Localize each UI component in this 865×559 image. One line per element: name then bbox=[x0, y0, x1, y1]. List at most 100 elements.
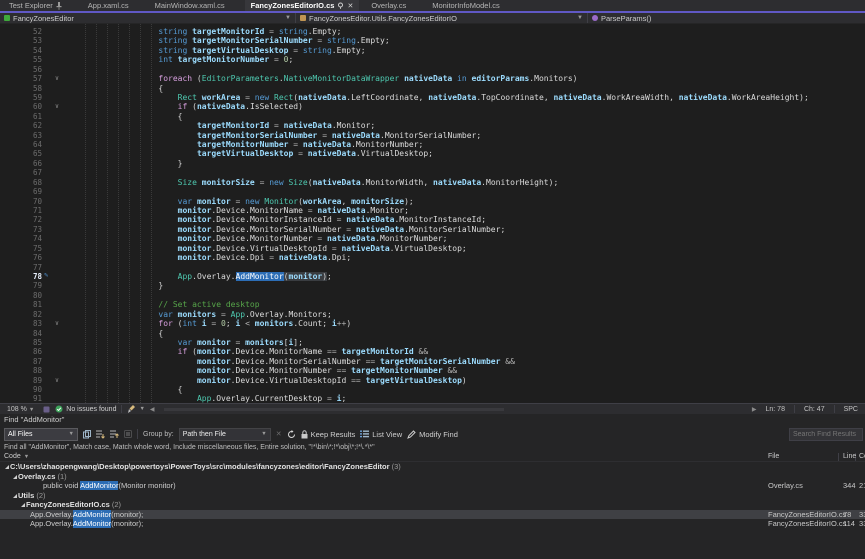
code-line[interactable]: 89∨monitor.Device.VirtualDesktopId == ta… bbox=[0, 376, 865, 385]
close-tab-icon[interactable]: ✕ bbox=[347, 2, 353, 10]
code-line[interactable]: 69 bbox=[0, 187, 865, 196]
list-view-button[interactable]: List View bbox=[360, 430, 402, 439]
find-results-tree: C:\Users\zhaopengwang\Desktop\powertoys\… bbox=[0, 462, 865, 529]
code-line[interactable]: 52string targetMonitorId = string.Empty; bbox=[0, 27, 865, 36]
tab-mainwindow-xaml-cs[interactable]: MainWindow.xaml.cs bbox=[149, 0, 231, 11]
fold-chevron-icon[interactable]: ∨ bbox=[55, 319, 59, 328]
code-text: monitor.Device.MonitorSerialNumber == ta… bbox=[62, 357, 515, 366]
tab-app-xaml-cs[interactable]: App.xaml.cs bbox=[82, 0, 135, 11]
type-dropdown[interactable]: FancyZonesEditor.Utils.FancyZonesEditorI… bbox=[296, 13, 588, 23]
keep-results-button[interactable]: Keep Results bbox=[301, 430, 356, 439]
code-line[interactable]: 55int targetMonitorNumber = 0; bbox=[0, 55, 865, 64]
code-line[interactable]: 68Size monitorSize = new Size(nativeData… bbox=[0, 178, 865, 187]
code-line[interactable]: 84{ bbox=[0, 329, 865, 338]
preserve-case-button[interactable] bbox=[124, 430, 132, 438]
member-dropdown[interactable]: ParseParams() bbox=[588, 13, 865, 23]
code-line[interactable]: 56 bbox=[0, 65, 865, 74]
line-number: 84 bbox=[0, 329, 42, 338]
col-column-header[interactable]: Col bbox=[859, 453, 865, 460]
code-column-dropdown[interactable]: Code ▼ bbox=[4, 453, 29, 460]
code-line[interactable]: 79} bbox=[0, 281, 865, 290]
collapse-all-button[interactable] bbox=[110, 430, 119, 439]
line-number: 79 bbox=[0, 281, 42, 290]
code-line[interactable]: 80 bbox=[0, 291, 865, 300]
space-mode-indicator[interactable]: SPC bbox=[840, 406, 862, 413]
code-line[interactable]: 86if (monitor.Device.MonitorName == targ… bbox=[0, 347, 865, 356]
search-find-results-input[interactable] bbox=[789, 428, 863, 441]
no-issues-indicator[interactable]: No issues found bbox=[55, 405, 116, 413]
file-column-header[interactable]: File bbox=[768, 453, 779, 460]
code-line[interactable]: 76monitor.Device.Dpi = nativeData.Dpi; bbox=[0, 253, 865, 262]
tab-fancyzoneseditorio-cs[interactable]: FancyZonesEditorIO.cs ✕ bbox=[245, 0, 360, 11]
pin-icon[interactable] bbox=[56, 2, 62, 10]
copy-results-button[interactable] bbox=[83, 430, 91, 439]
result-row[interactable]: App.Overlay.AddMonitor(monitor);FancyZon… bbox=[0, 510, 865, 520]
fold-chevron-icon[interactable]: ∨ bbox=[55, 102, 59, 111]
fold-chevron-icon[interactable]: ∨ bbox=[55, 74, 59, 83]
code-line[interactable]: 78✎App.Overlay.AddMonitor(monitor); bbox=[0, 272, 865, 281]
code-line[interactable]: 88monitor.Device.MonitorNumber == target… bbox=[0, 366, 865, 375]
expand-all-button[interactable] bbox=[96, 430, 105, 439]
group-by-dropdown[interactable]: Path then File ▼ bbox=[179, 428, 271, 441]
result-group-row[interactable]: FancyZonesEditorIO.cs (2) bbox=[0, 500, 865, 510]
document-tab-bar: Test Explorer App.xaml.cs MainWindow.xam… bbox=[0, 0, 865, 11]
char-indicator[interactable]: Ch: 47 bbox=[800, 406, 829, 413]
tree-expander-icon[interactable] bbox=[21, 503, 25, 507]
code-line[interactable]: 54string targetVirtualDesktop = string.E… bbox=[0, 46, 865, 55]
tree-expander-icon[interactable] bbox=[5, 465, 9, 469]
code-line[interactable]: 67 bbox=[0, 168, 865, 177]
result-group-row[interactable]: Utils (2) bbox=[0, 491, 865, 501]
line-column-header[interactable]: Line bbox=[843, 453, 856, 460]
line-number: 69 bbox=[0, 187, 42, 196]
result-row[interactable]: public void AddMonitor(Monitor monitor)O… bbox=[0, 481, 865, 491]
scroll-right-arrow[interactable]: ▶ bbox=[752, 406, 757, 413]
code-line[interactable]: 90{ bbox=[0, 385, 865, 394]
code-line[interactable]: 53string targetMonitorSerialNumber = str… bbox=[0, 36, 865, 45]
code-text: string targetMonitorSerialNumber = strin… bbox=[62, 36, 390, 45]
code-line[interactable]: 91App.Overlay.CurrentDesktop = i; bbox=[0, 394, 865, 403]
pin-tab-icon[interactable] bbox=[337, 2, 344, 9]
code-line[interactable]: 62targetMonitorId = nativeData.Monitor; bbox=[0, 121, 865, 130]
scope-dropdown[interactable]: All Files ▼ bbox=[4, 428, 78, 441]
code-line[interactable]: 81// Set active desktop bbox=[0, 300, 865, 309]
horizontal-scrollbar[interactable] bbox=[160, 406, 747, 413]
code-line[interactable]: 85var monitor = monitors[i]; bbox=[0, 338, 865, 347]
document-health-icon[interactable] bbox=[43, 406, 50, 413]
result-group-row[interactable]: Overlay.cs (1) bbox=[0, 472, 865, 482]
result-row[interactable]: App.Overlay.AddMonitor(monitor);FancyZon… bbox=[0, 519, 865, 529]
tab-test-explorer[interactable]: Test Explorer bbox=[3, 0, 68, 11]
code-line[interactable]: 87monitor.Device.MonitorSerialNumber == … bbox=[0, 357, 865, 366]
code-line[interactable]: 58{ bbox=[0, 84, 865, 93]
code-line[interactable]: 73monitor.Device.MonitorSerialNumber = n… bbox=[0, 225, 865, 234]
zoom-level-dropdown[interactable]: 108 % ▼ bbox=[3, 406, 38, 413]
code-line[interactable]: 77 bbox=[0, 263, 865, 272]
tab-overlay-cs[interactable]: Overlay.cs bbox=[365, 0, 412, 11]
tree-expander-icon[interactable] bbox=[13, 494, 17, 498]
result-group-row[interactable]: C:\Users\zhaopengwang\Desktop\powertoys\… bbox=[0, 462, 865, 472]
modify-find-button[interactable]: Modify Find bbox=[407, 430, 458, 439]
scroll-left-arrow[interactable]: ◀ bbox=[150, 406, 155, 413]
code-line[interactable]: 66} bbox=[0, 159, 865, 168]
code-line[interactable]: 72monitor.Device.MonitorInstanceId = nat… bbox=[0, 215, 865, 224]
code-line[interactable]: 82var monitors = App.Overlay.Monitors; bbox=[0, 310, 865, 319]
tree-expander-icon[interactable] bbox=[13, 475, 17, 479]
code-line[interactable]: 83∨for (int i = 0; i < monitors.Count; i… bbox=[0, 319, 865, 328]
code-line[interactable]: 60∨if (nativeData.IsSelected) bbox=[0, 102, 865, 111]
code-line[interactable]: 75monitor.Device.VirtualDesktopId = nati… bbox=[0, 244, 865, 253]
code-editor[interactable]: 52string targetMonitorId = string.Empty;… bbox=[0, 24, 865, 403]
line-indicator[interactable]: Ln: 78 bbox=[762, 406, 789, 413]
scrollbar-thumb[interactable] bbox=[164, 408, 504, 411]
code-line[interactable]: 70var monitor = new Monitor(workArea, mo… bbox=[0, 197, 865, 206]
code-line[interactable]: 63targetMonitorSerialNumber = nativeData… bbox=[0, 131, 865, 140]
stop-search-button[interactable]: ✕ bbox=[276, 430, 282, 438]
code-line[interactable]: 59Rect workArea = new Rect(nativeData.Le… bbox=[0, 93, 865, 102]
code-line[interactable]: 61{ bbox=[0, 112, 865, 121]
code-cleanup-button[interactable]: ▼ bbox=[127, 405, 144, 413]
repeat-find-button[interactable] bbox=[287, 430, 296, 439]
code-line[interactable]: 65targetVirtualDesktop = nativeData.Virt… bbox=[0, 149, 865, 158]
project-dropdown[interactable]: FancyZonesEditor ▼ bbox=[0, 13, 296, 23]
tab-monitorinfomodel-cs[interactable]: MonitorInfoModel.cs bbox=[426, 0, 506, 11]
code-line[interactable]: 57∨foreach (EditorParameters.NativeMonit… bbox=[0, 74, 865, 83]
fold-chevron-icon[interactable]: ∨ bbox=[55, 376, 59, 385]
code-line[interactable]: 74monitor.Device.MonitorNumber = nativeD… bbox=[0, 234, 865, 243]
